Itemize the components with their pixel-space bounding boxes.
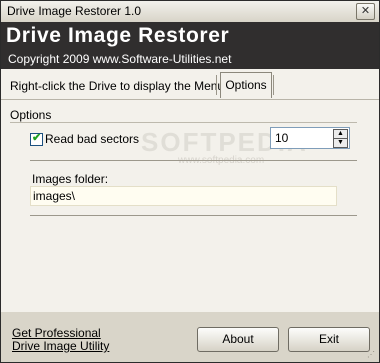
options-panel: Options SOFTPEDIA www.softpedia.com ✔ Re… xyxy=(1,100,379,312)
group-divider xyxy=(10,122,357,123)
options-group-label: Options xyxy=(10,108,52,122)
images-folder-input[interactable]: images\ xyxy=(30,186,337,206)
read-bad-sectors-label[interactable]: Read bad sectors xyxy=(45,132,139,146)
checkmark-icon: ✔ xyxy=(32,132,42,144)
app-window: Drive Image Restorer 1.0 ✕ Drive Image R… xyxy=(0,0,380,363)
tab-divider xyxy=(216,75,217,95)
images-folder-label: Images folder: xyxy=(32,172,109,186)
retry-count-spinner[interactable]: 10 ▲ ▼ xyxy=(270,127,350,149)
retry-count-value[interactable]: 10 xyxy=(275,131,288,145)
tab-bar: Right-click the Drive to display the Men… xyxy=(1,69,379,100)
chevron-down-icon: ▼ xyxy=(337,139,344,146)
resize-grip-icon[interactable]: ⋰ xyxy=(367,350,377,360)
spin-down-button[interactable]: ▼ xyxy=(333,138,348,148)
chevron-up-icon: ▲ xyxy=(337,130,344,137)
drive-image-utility-link[interactable]: Drive Image Utility xyxy=(12,339,109,353)
close-icon: ✕ xyxy=(360,5,371,17)
close-button[interactable]: ✕ xyxy=(356,3,375,20)
footer-bar: Get Professional Drive Image Utility Abo… xyxy=(1,312,379,362)
tab-divider xyxy=(273,75,274,95)
about-button[interactable]: About xyxy=(197,327,279,352)
app-banner: Drive Image Restorer Copyright 2009 www.… xyxy=(1,22,379,69)
section-divider xyxy=(30,215,357,216)
exit-button[interactable]: Exit xyxy=(288,327,370,352)
title-bar[interactable]: Drive Image Restorer 1.0 ✕ xyxy=(1,1,379,23)
banner-copyright: Copyright 2009 www.Software-Utilities.ne… xyxy=(8,52,232,66)
section-divider xyxy=(30,160,357,161)
window-title: Drive Image Restorer 1.0 xyxy=(7,4,142,18)
get-professional-link[interactable]: Get Professional xyxy=(12,326,101,340)
tab-options[interactable]: Options xyxy=(220,72,272,98)
banner-title: Drive Image Restorer xyxy=(6,24,230,47)
tab-drive-menu-hint[interactable]: Right-click the Drive to display the Men… xyxy=(10,79,224,93)
read-bad-sectors-checkbox[interactable]: ✔ xyxy=(30,132,43,146)
